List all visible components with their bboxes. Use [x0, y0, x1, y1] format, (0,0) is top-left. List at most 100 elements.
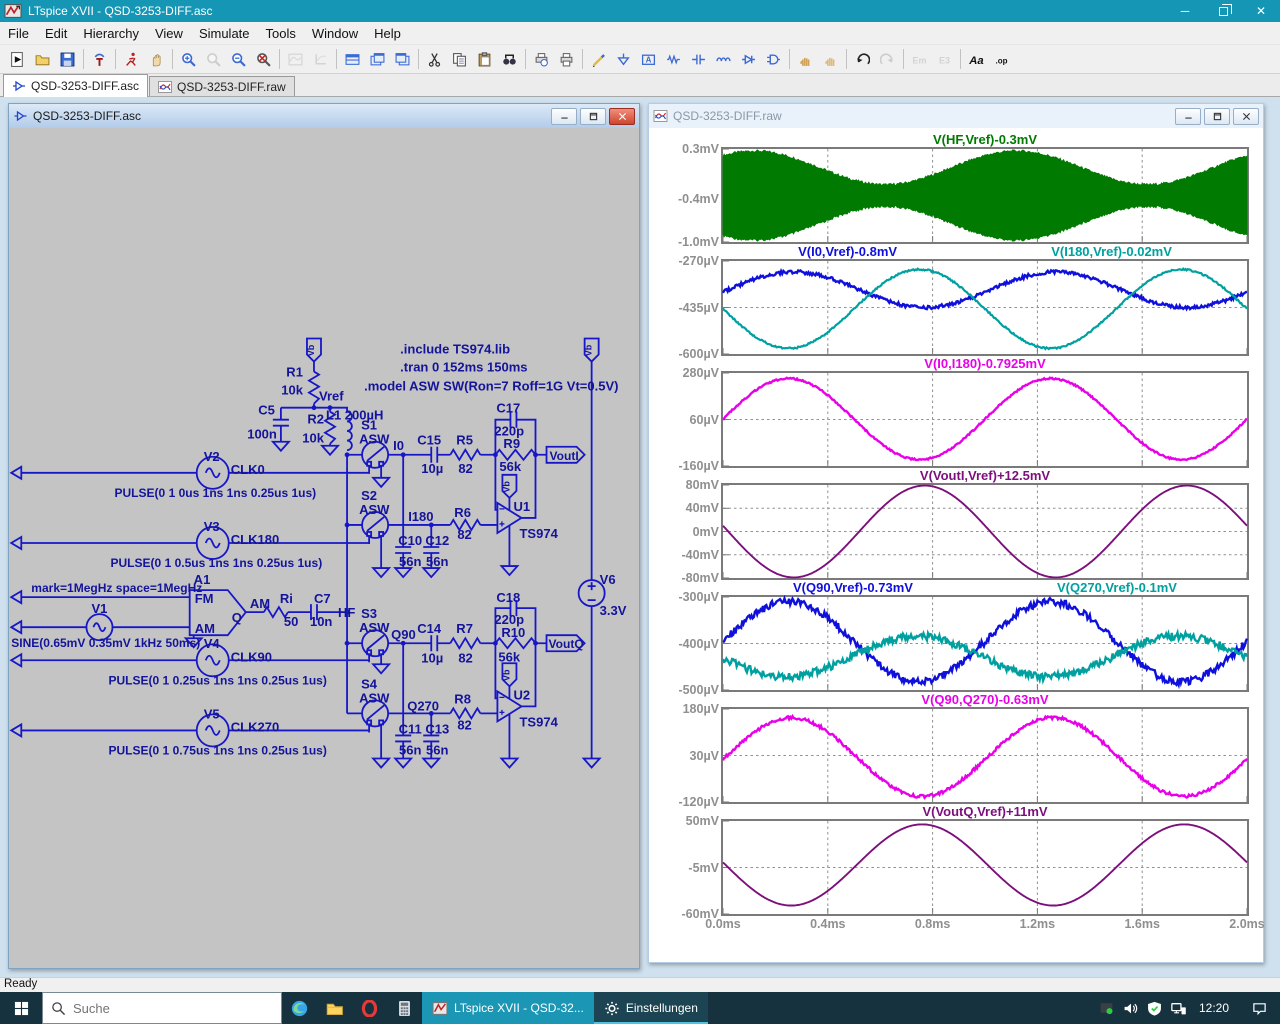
toolbar-paste-button[interactable]	[472, 48, 497, 71]
trace-label[interactable]: V(Q90,Q270)-0.63mV	[921, 692, 1048, 707]
search-input[interactable]	[73, 1000, 253, 1016]
trace-label[interactable]: V(VoutQ,Vref)+11mV	[922, 804, 1047, 819]
toolbar-find-button[interactable]	[497, 48, 522, 71]
toolbar-save-button[interactable]	[55, 48, 80, 71]
menu-file[interactable]: File	[0, 24, 37, 43]
waveform-plot[interactable]	[721, 707, 1249, 804]
restore-button[interactable]	[1204, 0, 1242, 22]
quicklaunch-opera-button[interactable]	[352, 992, 387, 1024]
child-close-button[interactable]	[1233, 107, 1259, 125]
minimize-button[interactable]: ─	[1166, 0, 1204, 22]
toolbar-print-button[interactable]	[554, 48, 579, 71]
waveform-plot[interactable]	[721, 147, 1249, 244]
svg-text:R2: R2	[307, 412, 324, 427]
trace-label[interactable]: V(I180,Vref)-0.02mV	[1051, 244, 1172, 259]
schematic-canvas[interactable]: .include TS974.lib .tran 0 152ms 150ms .mo…	[9, 128, 639, 968]
child-restore-button[interactable]	[580, 107, 606, 125]
child-minimize-button[interactable]	[551, 107, 577, 125]
toolbar-component-gate-button[interactable]	[761, 48, 786, 71]
toolbar-probe-bias-button[interactable]	[87, 48, 112, 71]
toolbar-print-preview-button[interactable]	[529, 48, 554, 71]
menu-tools[interactable]: Tools	[258, 24, 304, 43]
svg-text:A1: A1	[194, 572, 211, 587]
waveform-plot[interactable]	[721, 595, 1249, 692]
svg-text:FM: FM	[195, 591, 214, 606]
waveform-window-titlebar[interactable]: QSD-3253-DIFF.raw	[649, 104, 1263, 128]
toolbar-wire-pencil-button[interactable]	[586, 48, 611, 71]
toolbar-resistor-button[interactable]	[661, 48, 686, 71]
svg-text:PULSE(0 1 0us 1ns 1ns 0.25us 1: PULSE(0 1 0us 1ns 1ns 0.25us 1us)	[115, 486, 317, 500]
quicklaunch-file-explorer-button[interactable]	[317, 992, 352, 1024]
svg-text:Em: Em	[912, 55, 926, 65]
menu-hierarchy[interactable]: Hierarchy	[75, 24, 147, 43]
toolbar-copy-button[interactable]	[447, 48, 472, 71]
toolbar-net-label-button[interactable]: A	[636, 48, 661, 71]
tab-qsd-3253-diff.asc[interactable]: QSD-3253-DIFF.asc	[3, 74, 149, 97]
toolbar-drag-hand-button[interactable]	[818, 48, 843, 71]
svg-text:mark=1MegHz space=1MegHz: mark=1MegHz space=1MegHz	[31, 581, 202, 595]
trace-label[interactable]: V(Q90,Vref)-0.73mV	[793, 580, 913, 595]
toolbar-zoom-in-button[interactable]	[176, 48, 201, 71]
start-button[interactable]	[0, 992, 42, 1024]
toolbar-panel-cascade-button[interactable]	[365, 48, 390, 71]
toolbar-run-doc-button[interactable]	[5, 48, 30, 71]
quicklaunch-calculator-button[interactable]	[387, 992, 422, 1024]
toolbar-redo-button	[875, 48, 900, 71]
toolbar-cut-button[interactable]	[422, 48, 447, 71]
capacitor-icon	[692, 54, 705, 64]
menu-edit[interactable]: Edit	[37, 24, 75, 43]
tray-defender[interactable]	[1147, 1001, 1162, 1016]
tab-qsd-3253-diff.raw[interactable]: QSD-3253-DIFF.raw	[149, 76, 295, 96]
waveform-plot[interactable]	[721, 259, 1249, 356]
y-tick-label: 40mV	[685, 501, 719, 516]
child-minimize-button[interactable]	[1175, 107, 1201, 125]
trace-label[interactable]: V(VoutI,Vref)+12.5mV	[920, 468, 1050, 483]
toolbar-spice-directive-button[interactable]: .op	[989, 48, 1014, 71]
menu-simulate[interactable]: Simulate	[191, 24, 258, 43]
x-axis-labels: 0.0ms 0.4ms 0.8ms 1.2ms 1.6ms 2.0ms	[705, 916, 1264, 936]
tray-network[interactable]	[1171, 1001, 1186, 1016]
child-close-button[interactable]	[609, 107, 635, 125]
taskbar-search[interactable]	[42, 992, 282, 1024]
toolbar-zoom-full-button[interactable]	[251, 48, 276, 71]
trace-label[interactable]: V(I0,Vref)-0.8mV	[798, 244, 897, 259]
waveform-plot[interactable]	[721, 371, 1249, 468]
quicklaunch-edge-button[interactable]	[282, 992, 317, 1024]
taskbar-app-gear[interactable]: Einstellungen	[593, 992, 708, 1024]
toolbar-text-tool-button[interactable]: Aa	[964, 48, 989, 71]
toolbar-inductor-button[interactable]	[711, 48, 736, 71]
taskbar-app-ltspice[interactable]: LTspice XVII - QSD-32...	[422, 992, 594, 1024]
svg-text:10µ: 10µ	[421, 461, 443, 476]
notification-center-button[interactable]	[1242, 992, 1276, 1024]
tray-tray-app[interactable]	[1099, 1001, 1114, 1016]
menu-help[interactable]: Help	[366, 24, 409, 43]
menu-window[interactable]: Window	[304, 24, 366, 43]
close-button[interactable]: ✕	[1242, 0, 1280, 22]
toolbar-open-folder-button[interactable]	[30, 48, 55, 71]
toolbar-undo-button[interactable]	[850, 48, 875, 71]
svg-text:3.3V: 3.3V	[600, 603, 627, 618]
toolbar-capacitor-button[interactable]	[686, 48, 711, 71]
trace-label[interactable]: V(HF,Vref)-0.3mV	[933, 132, 1037, 147]
schematic-window-titlebar[interactable]: QSD-3253-DIFF.asc	[9, 104, 639, 128]
file-explorer-icon	[326, 1003, 343, 1015]
menu-view[interactable]: View	[147, 24, 191, 43]
toolbar-zoom-out-button[interactable]	[226, 48, 251, 71]
waveform-pane: V(VoutI,Vref)+12.5mV 80mV 40mV 0mV -40mV -80m…	[657, 468, 1263, 585]
toolbar-ground-button[interactable]	[611, 48, 636, 71]
toolbar-panel-overlap-button[interactable]	[390, 48, 415, 71]
svg-text:C11: C11	[399, 721, 422, 736]
toolbar-halt-hand-button[interactable]	[144, 48, 169, 71]
child-restore-button[interactable]	[1204, 107, 1230, 125]
waveform-plot[interactable]	[721, 819, 1249, 916]
toolbar-run-man-button[interactable]	[119, 48, 144, 71]
toolbar-panel-tile-button[interactable]	[340, 48, 365, 71]
svg-text:10k: 10k	[302, 431, 324, 446]
waveform-plot[interactable]	[721, 483, 1249, 580]
taskbar-clock[interactable]: 12:20	[1199, 1001, 1229, 1015]
toolbar-diode-button[interactable]	[736, 48, 761, 71]
toolbar-move-hand-button[interactable]	[793, 48, 818, 71]
trace-label[interactable]: V(I0,I180)-0.7925mV	[924, 356, 1045, 371]
trace-label[interactable]: V(Q270,Vref)-0.1mV	[1057, 580, 1177, 595]
tray-volume[interactable]	[1123, 1001, 1138, 1016]
